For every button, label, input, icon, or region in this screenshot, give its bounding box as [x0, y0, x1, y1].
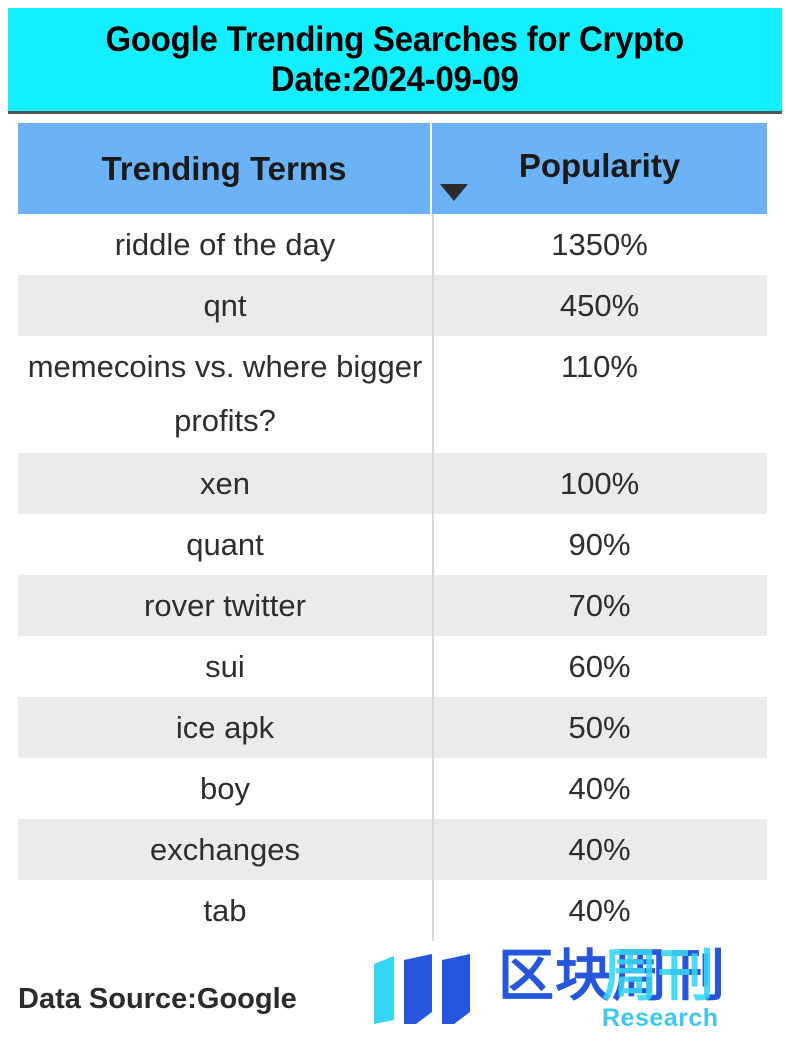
cell-popularity: 450% — [559, 288, 640, 323]
cell-popularity: 50% — [568, 710, 631, 745]
cell-term: boy — [200, 771, 250, 806]
table-row[interactable]: qnt 450% — [18, 275, 767, 336]
table-row[interactable]: sui 60% — [18, 636, 767, 697]
triangle-down-icon[interactable] — [440, 184, 468, 201]
table-row[interactable]: xen 100% — [18, 453, 767, 514]
data-source-label: Data Source:Google — [18, 982, 297, 1015]
cell-term: riddle of the day — [114, 227, 336, 262]
column-header-popularity[interactable]: Popularity — [432, 123, 767, 214]
table-row[interactable]: quant 90% — [18, 514, 767, 575]
brand-logo: 区块周刊 周刊 Research — [370, 946, 770, 1044]
cell-popularity: 40% — [568, 893, 631, 928]
trending-terms-table: Trending Terms Popularity riddle of the … — [18, 123, 767, 941]
logo-subtitle: Research — [602, 1004, 719, 1032]
cell-term: sui — [205, 649, 245, 684]
table-row[interactable]: rover twitter 70% — [18, 575, 767, 636]
cell-popularity: 40% — [568, 832, 631, 867]
cell-term: qnt — [203, 288, 247, 323]
logo-wordmark: 区块周刊 周刊 Research — [498, 946, 770, 1044]
cell-popularity: 110% — [561, 349, 638, 384]
cell-popularity: 1350% — [551, 227, 648, 262]
cell-term: rover twitter — [144, 588, 306, 623]
cell-term: exchanges — [150, 832, 300, 867]
cell-popularity: 60% — [568, 649, 631, 684]
cell-term: ice apk — [175, 710, 275, 745]
table-row[interactable]: boy 40% — [18, 758, 767, 819]
logo-overlay-text: 周刊 — [602, 946, 714, 1008]
table-header-row: Trending Terms Popularity — [18, 123, 767, 214]
table-row[interactable]: memecoins vs. where bigger profits? 110% — [18, 336, 767, 453]
cell-popularity: 40% — [568, 771, 631, 806]
column-header-trending-terms-label: Trending Terms — [101, 149, 347, 187]
cell-term: tab — [203, 893, 247, 928]
table-row[interactable]: ice apk 50% — [18, 697, 767, 758]
cell-popularity: 90% — [568, 527, 631, 562]
column-header-trending-terms[interactable]: Trending Terms — [18, 123, 432, 214]
table-row[interactable]: exchanges 40% — [18, 819, 767, 880]
cell-term: xen — [200, 466, 250, 501]
column-header-popularity-label: Popularity — [518, 146, 681, 184]
page-title: Google Trending Searches for Crypto — [105, 19, 685, 59]
table-row[interactable]: riddle of the day 1350% — [18, 214, 767, 275]
cell-popularity: 70% — [568, 588, 631, 623]
three-bars-logo-icon — [374, 954, 470, 1024]
table-body: riddle of the day 1350% qnt 450% memecoi… — [18, 214, 767, 941]
trending-searches-page: Google Trending Searches for Crypto Date… — [0, 0, 786, 1056]
title-banner: Google Trending Searches for Crypto Date… — [8, 8, 782, 114]
cell-term: memecoins vs. where bigger profits? — [27, 349, 423, 438]
table-row[interactable]: tab 40% — [18, 880, 767, 941]
cell-popularity: 100% — [559, 466, 640, 501]
cell-term: quant — [186, 527, 264, 562]
page-date: Date:2024-09-09 — [271, 59, 519, 99]
